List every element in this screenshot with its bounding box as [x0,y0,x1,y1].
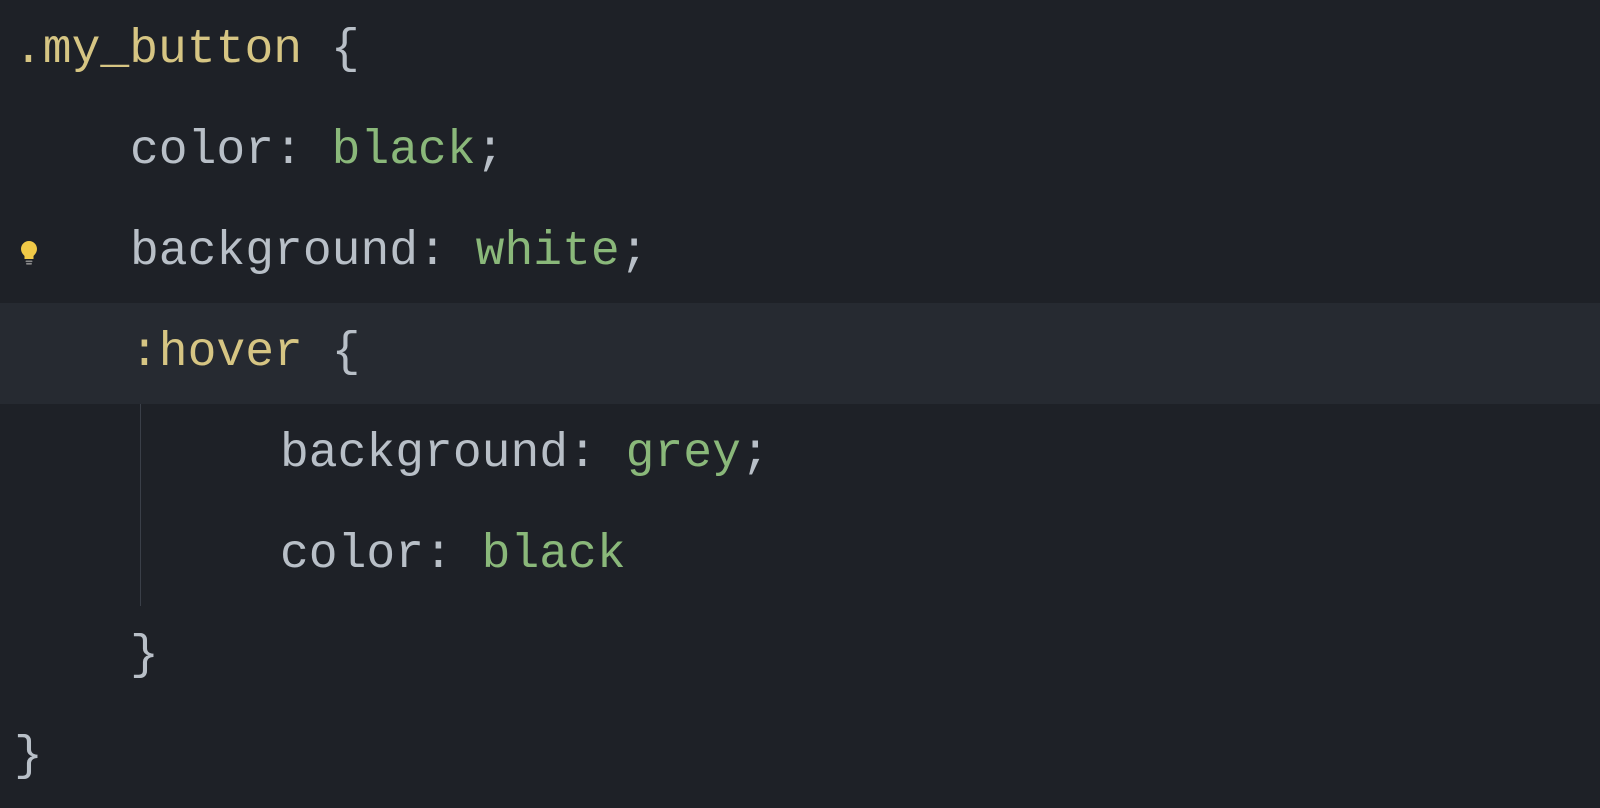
css-property-token: color [130,101,274,202]
code-line-active[interactable]: :hover { [0,303,1600,404]
css-selector-token: .my_button [14,0,302,101]
semicolon-token: ; [476,101,505,202]
code-line[interactable]: color: black; [0,101,1600,202]
code-line[interactable]: background: grey; [0,404,1600,505]
semicolon-token: ; [620,202,649,303]
brace-open-token: { [303,303,361,404]
css-property-token: color [280,505,424,606]
code-editor[interactable]: .my_button { color: black; background: w… [0,0,1600,808]
css-value-token: black [332,101,476,202]
indent-guide [140,404,141,505]
css-value-token: white [476,202,620,303]
semicolon-token: ; [741,404,770,505]
css-property-token: background [280,404,568,505]
code-line[interactable]: } [0,707,1600,808]
css-property-token: background [130,202,418,303]
brace-open-token: { [302,0,360,101]
code-line[interactable]: } [0,606,1600,707]
brace-close-token: } [14,707,43,808]
colon-token: : [568,404,626,505]
lightbulb-icon[interactable] [18,239,40,267]
indent-guide [140,505,141,606]
css-pseudo-token: :hover [130,303,303,404]
colon-token: : [418,202,476,303]
code-line[interactable]: background: white; [0,202,1600,303]
code-line[interactable]: .my_button { [0,0,1600,101]
brace-close-token: } [130,606,159,707]
colon-token: : [424,505,482,606]
colon-token: : [274,101,332,202]
css-value-token: black [482,505,626,606]
code-line[interactable]: color: black [0,505,1600,606]
css-value-token: grey [626,404,741,505]
